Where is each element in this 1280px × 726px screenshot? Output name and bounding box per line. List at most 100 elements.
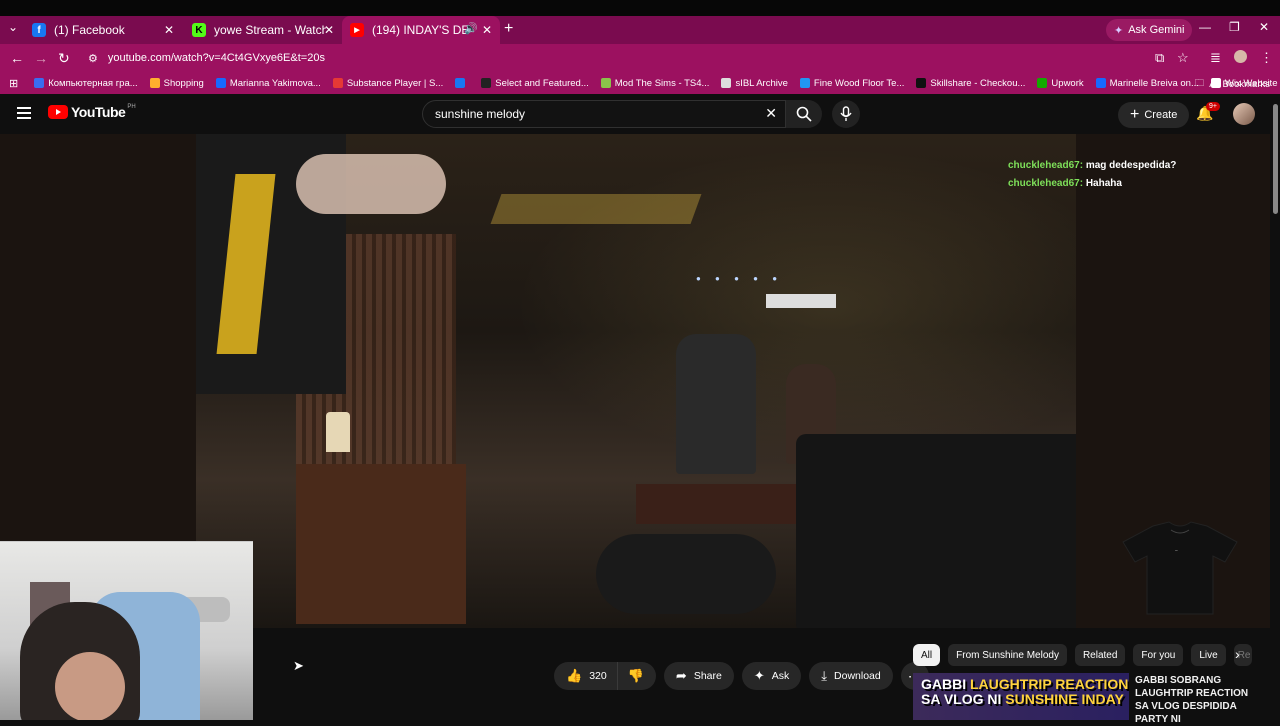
country-code: PH: [127, 104, 136, 110]
all-bookmarks-button[interactable]: 🗀 All Bookmarks: [1195, 76, 1270, 92]
chip-for-you[interactable]: For you: [1133, 644, 1184, 666]
bookmark-favicon-icon: [149, 78, 160, 88]
like-button[interactable]: 👍 320: [554, 662, 618, 690]
account-avatar[interactable]: [1233, 103, 1255, 125]
back-arrow-icon[interactable]: ←: [10, 50, 24, 66]
video-bar-counter: [296, 464, 466, 624]
bookmark-label: Компьютерная гра...: [48, 77, 138, 89]
site-info-icon[interactable]: ⚙: [88, 52, 98, 65]
close-tab-icon[interactable]: ✕: [324, 23, 334, 37]
bookmark-item[interactable]: Skillshare - Checkou...: [916, 78, 1025, 89]
youtube-logo[interactable]: YouTube PH: [48, 104, 136, 120]
bookmark-favicon-icon: [799, 78, 810, 88]
page-scrollbar[interactable]: [1270, 94, 1280, 720]
webcam-overlay: [0, 541, 253, 720]
chip-live[interactable]: Live: [1191, 644, 1226, 666]
bookmark-item[interactable]: Marinelle Breiva on...: [1095, 77, 1199, 89]
chip-related[interactable]: Related: [1074, 644, 1126, 666]
tab-title: (194) INDAY'S DESPIDIDA V: [372, 23, 470, 37]
forward-arrow-icon[interactable]: →: [34, 50, 48, 66]
bookmark-favicon-icon: [1095, 78, 1106, 88]
apps-grid-icon[interactable]: ⊞: [9, 77, 18, 90]
chips-next-chevron-icon[interactable]: ›: [1235, 646, 1240, 662]
recommended-video-thumbnail[interactable]: GABBI LAUGHTRIP REACTION SA VLOG NI SUNS…: [913, 673, 1129, 720]
video-person: [676, 334, 756, 474]
tab-search-chevron-icon[interactable]: ⌄: [8, 20, 18, 34]
bookmark-item[interactable]: [455, 78, 469, 88]
media-controls-icon[interactable]: ≣: [1210, 50, 1221, 66]
tab-youtube-active[interactable]: ▶ (194) INDAY'S DESPIDIDA V 🔊 ✕: [342, 16, 500, 44]
bookmark-star-icon[interactable]: ☆: [1177, 50, 1189, 66]
share-arrow-icon: ➦: [675, 668, 687, 683]
bookmark-favicon-icon: [916, 78, 927, 88]
restore-icon[interactable]: ❐: [1229, 20, 1240, 34]
plus-icon: +: [1130, 106, 1140, 123]
thumbnail-caption-highlight: LAUGHTRIP REACTION: [970, 676, 1129, 692]
download-arrow-icon: ⤓: [821, 668, 828, 683]
voice-search-button[interactable]: [832, 100, 860, 128]
create-label: Create: [1144, 109, 1178, 121]
minimize-icon[interactable]: —: [1199, 20, 1211, 34]
stream-chat-overlay: chucklehead67: mag dedespedida? chuckleh…: [1008, 160, 1176, 196]
bookmark-label: Skillshare - Checkou...: [930, 77, 1026, 89]
bookmark-item[interactable]: Substance Player | S...: [332, 78, 443, 89]
ask-button[interactable]: ✦ Ask: [741, 662, 802, 690]
audio-playing-icon[interactable]: 🔊: [464, 22, 478, 35]
download-button[interactable]: ⤓ Download: [809, 662, 893, 690]
thumbnail-caption-highlight: SUNSHINE INDAY: [1005, 691, 1124, 707]
search-query[interactable]: sunshine melody: [435, 107, 525, 121]
share-button[interactable]: ➦ Share: [663, 662, 734, 690]
new-tab-plus-icon[interactable]: +: [504, 20, 513, 38]
chat-message: chucklehead67: mag dedespedida?: [1008, 160, 1177, 171]
search-button[interactable]: [786, 100, 822, 128]
video-action-bar: 👍 320 👎 ➦ Share ✦ Ask ⤓ Download ⋯: [554, 662, 929, 690]
browser-menu-icon[interactable]: ⋮: [1260, 50, 1273, 66]
close-tab-icon[interactable]: ✕: [482, 23, 492, 37]
chat-message: chucklehead67: Hahaha: [1008, 178, 1122, 189]
bookmark-item[interactable]: Shopping: [149, 78, 204, 89]
dislike-button[interactable]: 👎: [618, 662, 656, 690]
tab-facebook[interactable]: f (1) Facebook ✕: [24, 16, 182, 44]
chip-from-channel[interactable]: From Sunshine Melody: [948, 644, 1067, 666]
close-tab-icon[interactable]: ✕: [164, 23, 174, 37]
url-omnibox[interactable]: ⚙ youtube.com/watch?v=4Ct4GVxye6E&t=20s: [80, 47, 1200, 69]
gemini-sparkle-icon: ✦: [1114, 24, 1124, 37]
download-label: Download: [834, 670, 881, 682]
bookmark-favicon-icon: [481, 78, 492, 88]
bookmark-favicon-icon: [215, 78, 226, 88]
tab-kick-stream[interactable]: K yowe Stream - Watch Live on K ✕: [184, 16, 342, 44]
cast-install-icon[interactable]: ⧉: [1155, 50, 1164, 66]
profile-avatar[interactable]: [1234, 50, 1247, 63]
bookmark-item[interactable]: Компьютерная гра...: [34, 77, 138, 89]
bookmark-label: Marianna Yakimova...: [229, 77, 321, 89]
bookmark-item[interactable]: Select and Featured...: [481, 78, 589, 89]
ask-gemini-label: Ask Gemini: [1128, 24, 1185, 36]
video-player[interactable]: ● ● ● ● ●: [196, 134, 1076, 628]
bookmark-label: Marinelle Breiva on...: [1109, 77, 1199, 89]
hamburger-menu-icon[interactable]: [17, 107, 31, 119]
bookmark-item[interactable]: Fine Wood Floor Te...: [799, 78, 904, 89]
reload-icon[interactable]: ↻: [58, 50, 70, 67]
youtube-wordmark: YouTube: [71, 104, 126, 120]
url-text[interactable]: youtube.com/watch?v=4Ct4GVxye6E&t=20s: [108, 52, 325, 64]
webcam-streamer-face: [55, 652, 125, 720]
bookmark-item[interactable]: sIBL Archive: [721, 78, 788, 89]
bookmarks-bar: ⊞ Компьютерная гра... Shopping Marianna Ya…: [0, 72, 1280, 94]
video-ceiling-light: [490, 194, 702, 224]
address-bar-row: ← → ↻ ⚙ youtube.com/watch?v=4Ct4GVxye6E&…: [0, 44, 1280, 72]
search-input[interactable]: sunshine melody ✕: [422, 100, 786, 128]
bookmark-favicon-icon: [34, 78, 45, 88]
close-window-icon[interactable]: ✕: [1259, 20, 1269, 34]
bookmark-label: Upwork: [1051, 77, 1084, 89]
create-button[interactable]: + Create: [1118, 102, 1190, 128]
bookmark-item[interactable]: Marianna Yakimova...: [215, 77, 321, 89]
bookmark-favicon-icon: [1037, 78, 1048, 88]
chip-all[interactable]: All: [913, 644, 941, 666]
bookmark-item[interactable]: Upwork: [1037, 77, 1084, 89]
bookmark-item[interactable]: Mod The Sims - TS4...: [600, 78, 709, 89]
clear-search-icon[interactable]: ✕: [765, 105, 777, 122]
recommended-video-title[interactable]: GABBI SOBRANG LAUGHTRIP REACTION SA VLOG…: [1135, 674, 1257, 726]
kick-icon: K: [192, 23, 206, 37]
ask-gemini-button[interactable]: ✦ Ask Gemini: [1106, 19, 1193, 41]
scrollbar-thumb[interactable]: [1273, 104, 1278, 214]
